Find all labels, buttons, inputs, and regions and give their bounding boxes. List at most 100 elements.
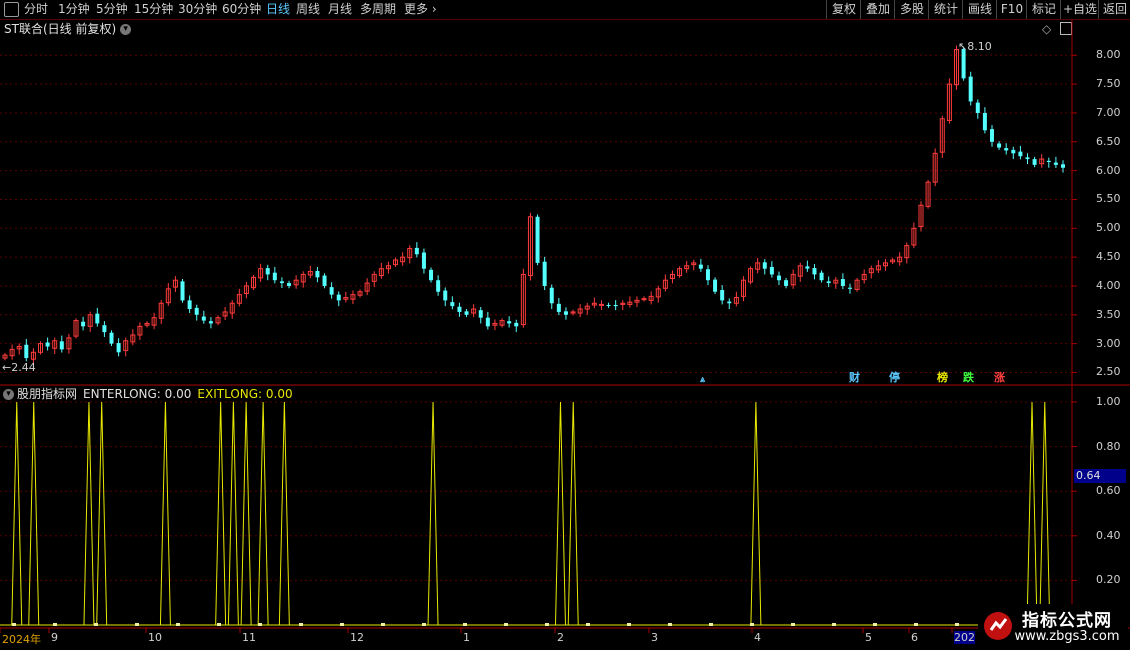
baseline-dot <box>258 623 262 626</box>
candle <box>236 288 242 307</box>
candle <box>627 296 633 308</box>
candle <box>343 291 349 303</box>
price-chart[interactable] <box>0 0 1130 650</box>
candle <box>201 310 206 324</box>
date-label-8: 4 <box>754 631 761 644</box>
candle <box>464 309 469 318</box>
candle <box>130 329 136 346</box>
candle <box>897 252 903 266</box>
candle <box>492 319 498 331</box>
event-marker-2[interactable]: 榜 <box>936 371 949 384</box>
candle <box>620 300 626 311</box>
high-price-label: ↖8.10 <box>958 40 992 53</box>
baseline-dot <box>422 623 426 626</box>
candle <box>116 338 121 357</box>
candle <box>336 291 341 307</box>
candle <box>371 271 377 288</box>
candle <box>925 179 931 209</box>
candle <box>87 311 93 333</box>
candle <box>819 270 824 283</box>
candle <box>364 278 370 296</box>
candle <box>102 321 107 338</box>
date-label-5: 1 <box>463 631 470 644</box>
candle <box>350 290 356 305</box>
indicator-current-value: 0.64 <box>1074 469 1126 483</box>
candle <box>748 266 754 285</box>
candle <box>733 291 739 307</box>
baseline-dot <box>955 623 959 626</box>
candle <box>478 307 483 324</box>
candle <box>669 270 675 284</box>
candle <box>436 275 441 296</box>
indicator-axis-label: 1.00 <box>1096 395 1121 408</box>
candle <box>713 277 718 295</box>
candle <box>634 296 640 308</box>
candle <box>982 107 987 134</box>
candle <box>812 264 817 280</box>
signal-spike <box>215 401 227 626</box>
candle <box>662 274 668 292</box>
event-marker-1[interactable]: 停 <box>888 371 901 384</box>
candle <box>307 265 313 279</box>
candle <box>720 285 725 305</box>
candle <box>606 302 611 308</box>
candle <box>918 201 924 232</box>
candle <box>805 260 810 272</box>
price-axis-label: 5.50 <box>1096 192 1121 206</box>
signal-spike <box>11 401 23 626</box>
candle <box>265 264 270 281</box>
signal-spike <box>159 401 171 626</box>
candle <box>1004 143 1009 155</box>
event-marker-4[interactable]: 涨 <box>993 371 1006 384</box>
event-marker-arrow-icon[interactable]: ⩓ <box>699 374 706 387</box>
candle <box>598 300 604 310</box>
candle <box>698 258 703 272</box>
candle <box>229 300 235 319</box>
event-marker-3[interactable]: 跌 <box>962 371 975 384</box>
date-label-10: 6 <box>911 631 918 644</box>
candle <box>172 276 178 293</box>
signal-spike <box>227 401 239 626</box>
baseline-dot <box>504 623 508 626</box>
date-label-1: 9 <box>51 631 58 644</box>
baseline-dot <box>12 623 16 626</box>
indicator-axis-label: 0.20 <box>1096 573 1121 587</box>
candle <box>648 291 654 305</box>
candle <box>655 285 661 303</box>
baseline-dot <box>791 623 795 626</box>
signal-spike <box>28 401 40 626</box>
candle <box>1032 156 1037 168</box>
signal-spike <box>554 401 566 626</box>
candle <box>797 262 803 282</box>
price-axis-label: 3.50 <box>1096 307 1121 321</box>
candle <box>123 337 129 357</box>
event-marker-0[interactable]: 财 <box>848 371 861 384</box>
candle <box>109 330 114 346</box>
candle <box>968 71 973 106</box>
candle <box>776 271 781 286</box>
candle <box>591 297 597 309</box>
candle <box>450 296 455 310</box>
candle <box>180 279 185 303</box>
candle <box>187 295 192 314</box>
price-axis-label: 4.00 <box>1096 278 1121 292</box>
candle <box>194 304 199 321</box>
candle <box>520 268 526 328</box>
candle <box>868 265 874 279</box>
candle <box>769 261 774 278</box>
signal-spike <box>240 401 252 626</box>
candle <box>16 343 22 355</box>
signal-spike <box>278 401 290 626</box>
date-label-2: 10 <box>148 631 162 644</box>
candle <box>24 339 29 362</box>
baseline-dot <box>709 623 713 626</box>
candle <box>542 256 547 291</box>
candle <box>407 245 413 264</box>
candle <box>429 267 434 283</box>
price-axis-label: 2.50 <box>1096 365 1121 379</box>
chevron-down-icon[interactable]: ▾ <box>3 389 14 400</box>
candle <box>315 266 320 283</box>
candle <box>165 283 171 306</box>
candle <box>861 269 867 284</box>
price-axis-label: 6.50 <box>1096 134 1121 148</box>
